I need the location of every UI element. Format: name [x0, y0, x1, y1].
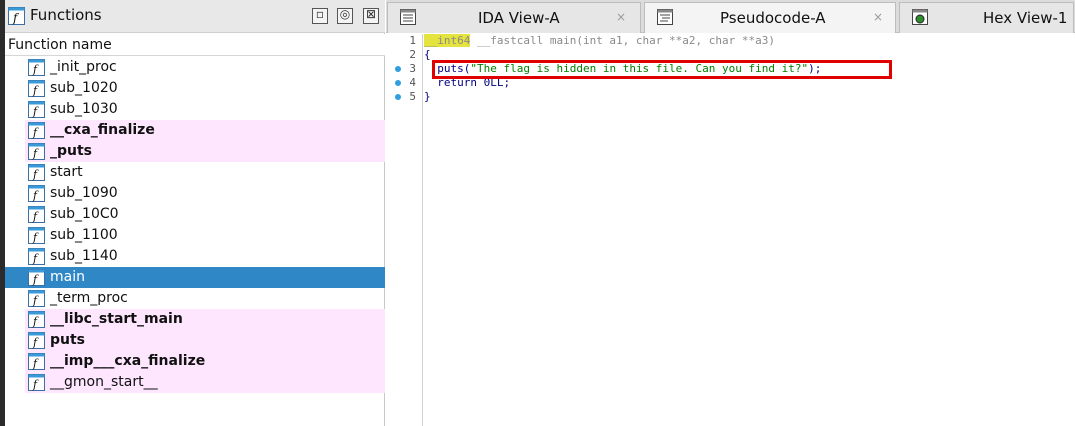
function-f-icon: f [28, 101, 45, 118]
function-row-cxa-finalize[interactable]: f __cxa_finalize [25, 120, 385, 141]
line-number-gutter: 1 2 3 4 5 [386, 34, 423, 426]
function-label: __gmon_start__ [50, 374, 158, 390]
function-row-sub-1140[interactable]: f sub_1140 [5, 246, 385, 267]
close-icon: ⊠ [365, 7, 377, 21]
code-line-signature[interactable]: __int64 __fastcall main(int a1, char **a… [424, 34, 775, 49]
function-row-sub-1030[interactable]: f sub_1030 [5, 99, 385, 120]
function-list: f _init_proc f sub_1020 f sub_1030 f __c… [5, 57, 385, 393]
function-row-gmon-start[interactable]: f __gmon_start__ [25, 372, 385, 393]
return-type-token: __int64 [424, 34, 471, 47]
tab-ida-view-a[interactable]: IDA View-A × [387, 2, 641, 33]
function-f-icon: f [28, 248, 45, 265]
signature-token: __fastcall main(int a1, char **a2, char … [470, 34, 775, 47]
minimize-button[interactable]: ▫ [312, 7, 328, 24]
pseudocode-editor[interactable]: 1 2 3 4 5 __int64 __fastcall main(int a1… [386, 34, 1075, 426]
function-f-icon: f [28, 227, 45, 244]
function-label: __libc_start_main [50, 311, 183, 327]
functions-title: Functions [30, 6, 102, 24]
function-label: _term_proc [50, 290, 128, 306]
function-label: puts [50, 332, 86, 348]
function-f-icon: f [28, 164, 45, 181]
tab-hex-view-1[interactable]: Hex View-1 [899, 2, 1074, 33]
function-f-icon: f [28, 185, 45, 202]
function-f-icon: f [28, 122, 45, 139]
function-f-icon: f [28, 353, 45, 370]
gutter-line: 1 [386, 34, 422, 49]
view-tab-bar: IDA View-A × Pseudocode-A × Hex View-1 [386, 0, 1075, 33]
gutter-line[interactable]: 4 [386, 76, 422, 91]
function-label: __imp___cxa_finalize [50, 353, 206, 369]
line-number: 3 [409, 62, 416, 75]
function-label: __cxa_finalize [50, 122, 155, 138]
gutter-line[interactable]: 5 [386, 90, 422, 105]
close-button[interactable]: ⊠ [363, 7, 379, 24]
function-row-sub-1090[interactable]: f sub_1090 [5, 183, 385, 204]
function-row-main[interactable]: f main [5, 267, 385, 288]
function-row-start[interactable]: f start [5, 162, 385, 183]
line-number: 2 [409, 48, 416, 61]
function-f-icon: f [28, 80, 45, 97]
function-label: _init_proc [50, 59, 117, 75]
function-row-init-proc[interactable]: f _init_proc [5, 57, 385, 78]
tab-close-icon[interactable]: × [616, 10, 626, 24]
function-f-icon: f [28, 311, 45, 328]
code-line-close-brace[interactable]: } [424, 90, 431, 105]
tab-close-icon[interactable]: × [873, 10, 883, 24]
breakpoint-dot-icon[interactable] [395, 80, 401, 86]
line-number: 5 [409, 90, 416, 103]
function-f-icon: f [28, 332, 45, 349]
tab-label: Hex View-1 [983, 9, 1068, 27]
breakpoint-dot-icon[interactable] [395, 94, 401, 100]
function-f-icon: f [8, 7, 25, 25]
function-row-imp-cxa-finalize[interactable]: f __imp___cxa_finalize [25, 351, 385, 372]
function-label: main [50, 269, 85, 285]
function-row-puts[interactable]: f puts [25, 330, 385, 351]
tab-label: IDA View-A [478, 9, 560, 27]
gutter-line[interactable]: 3 [386, 62, 422, 77]
function-f-icon: f [28, 206, 45, 223]
function-label: sub_1090 [50, 185, 118, 201]
code-line-open-brace[interactable]: { [424, 48, 431, 63]
float-button[interactable]: ◎ [337, 7, 353, 24]
breakpoint-dot-icon[interactable] [395, 66, 401, 72]
line-number: 1 [409, 34, 416, 47]
function-f-icon: f [28, 143, 45, 160]
gutter-line: 2 [386, 48, 422, 63]
function-label: sub_1100 [50, 227, 118, 243]
function-f-icon: f [28, 59, 45, 76]
ida-view-icon [400, 9, 416, 25]
function-label: sub_1020 [50, 80, 118, 96]
hex-view-icon [912, 9, 928, 25]
function-row-sub-1020[interactable]: f sub_1020 [5, 78, 385, 99]
float-icon: ◎ [339, 7, 351, 21]
function-label: start [50, 164, 83, 180]
functions-pane: f Functions ▫ ◎ ⊠ Function name f _init_… [5, 0, 385, 426]
red-highlight-box [432, 60, 892, 79]
function-f-icon: f [28, 290, 45, 307]
function-row-sub-10c0[interactable]: f sub_10C0 [5, 204, 385, 225]
function-label: sub_10C0 [50, 206, 119, 222]
function-label: sub_1140 [50, 248, 118, 264]
function-f-icon: f [28, 374, 45, 391]
tab-label: Pseudocode-A [720, 9, 826, 27]
function-row-libc-start-main[interactable]: f __libc_start_main [25, 309, 385, 330]
function-row-term-proc[interactable]: f _term_proc [5, 288, 385, 309]
function-f-icon: f [28, 269, 45, 286]
pseudocode-icon [657, 9, 673, 25]
function-label: sub_1030 [50, 101, 118, 117]
function-row-puts-underscore[interactable]: f _puts [25, 141, 385, 162]
function-row-sub-1100[interactable]: f sub_1100 [5, 225, 385, 246]
column-header-label: Function name [8, 37, 112, 53]
function-label: _puts [50, 143, 93, 159]
minimize-icon: ▫ [315, 7, 325, 21]
tab-pseudocode-a[interactable]: Pseudocode-A × [644, 2, 896, 33]
function-name-column-header[interactable]: Function name [5, 34, 385, 56]
functions-titlebar[interactable]: f Functions ▫ ◎ ⊠ [5, 0, 385, 33]
line-number: 4 [409, 76, 416, 89]
